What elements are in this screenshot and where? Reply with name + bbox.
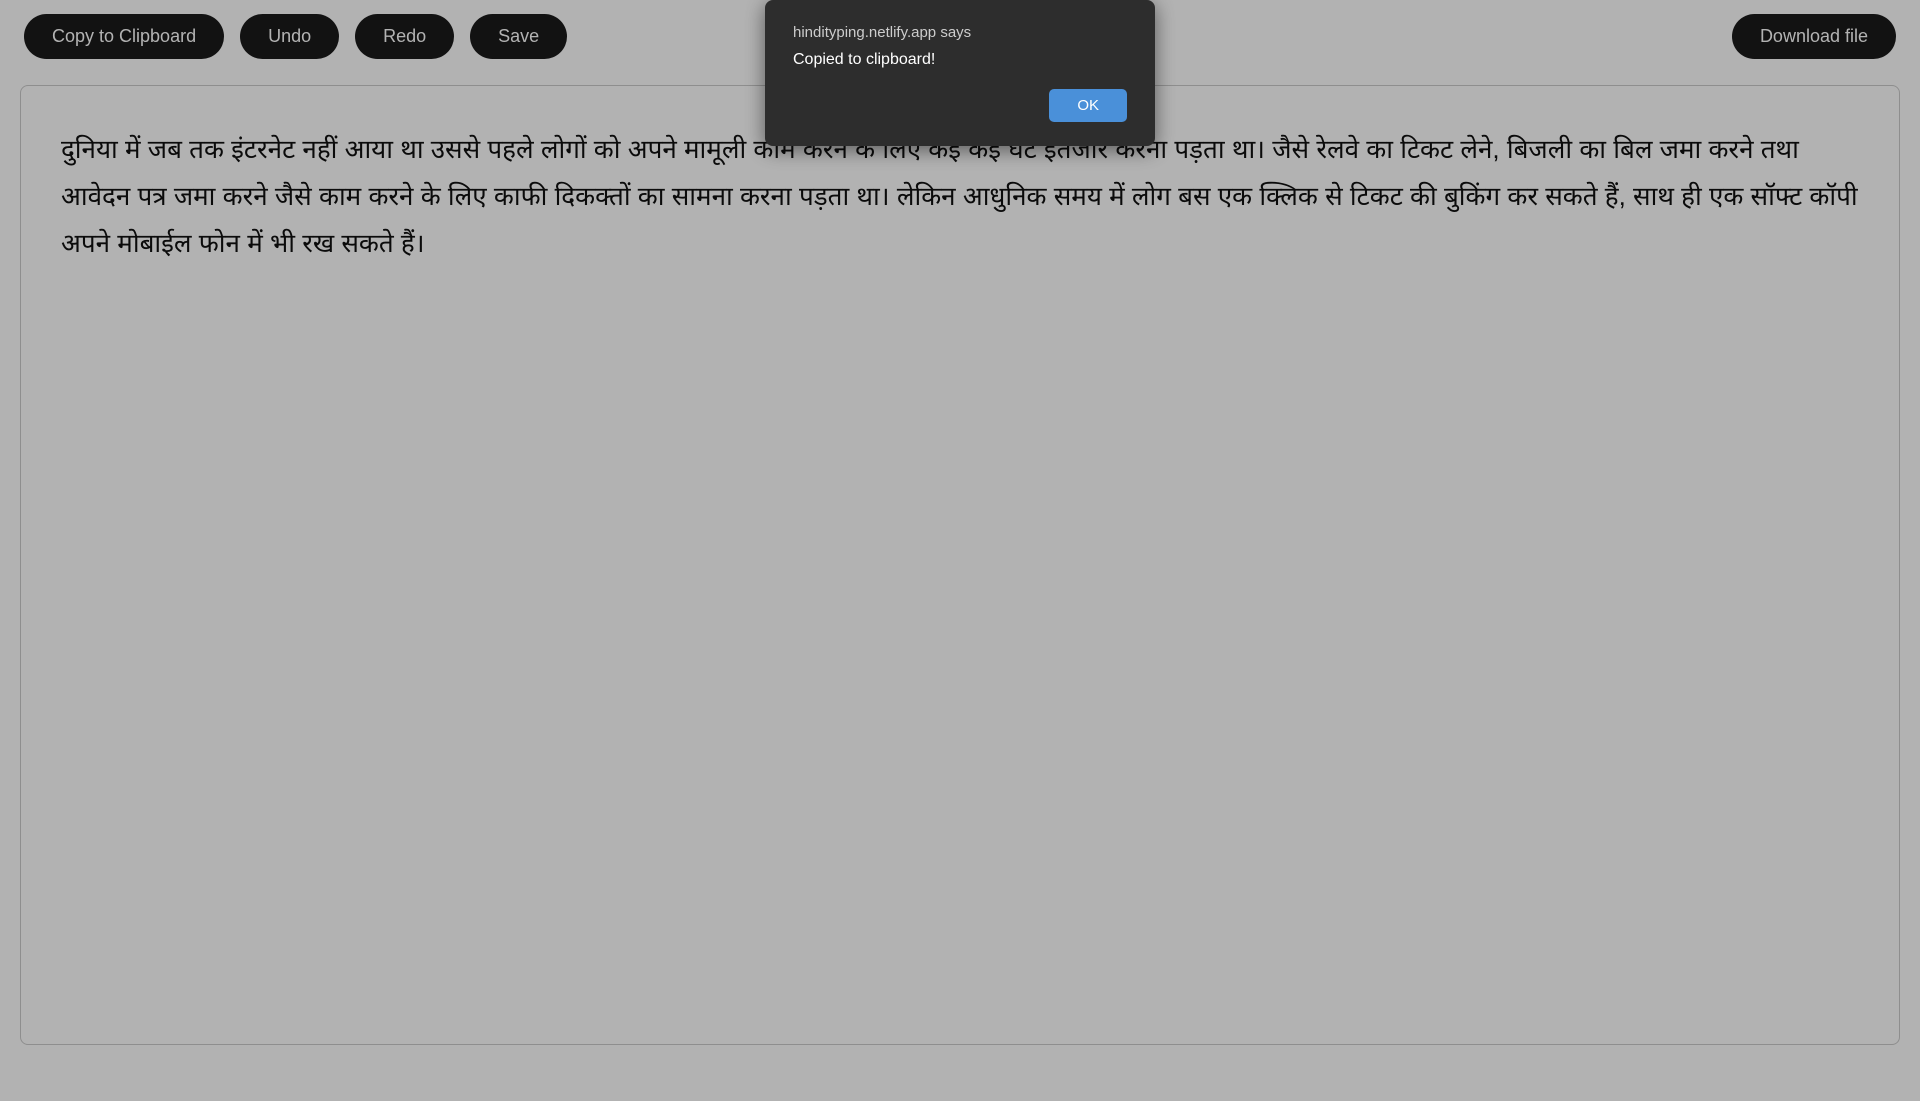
dialog-overlay: hindityping.netlify.app says Copied to c… [0,0,1920,1101]
dialog-title: hindityping.netlify.app says [793,24,1127,41]
dialog-ok-button[interactable]: OK [1049,89,1127,122]
dialog-box: hindityping.netlify.app says Copied to c… [765,0,1155,146]
dialog-message: Copied to clipboard! [793,51,1127,69]
